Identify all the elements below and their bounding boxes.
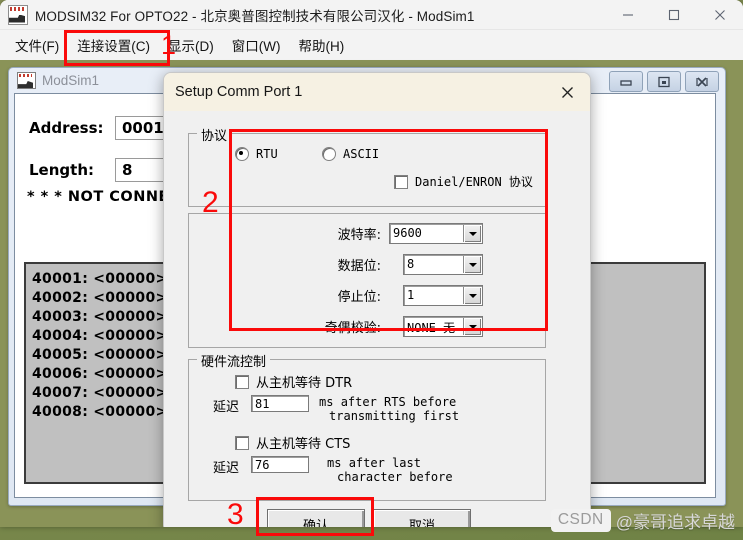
- menu-item-window[interactable]: 窗口(W): [223, 32, 290, 58]
- dialog-title-bar: Setup Comm Port 1: [164, 73, 590, 111]
- dtr-delay-row: 延迟 81 ms after RTS before transmitting f…: [213, 395, 459, 423]
- data-bits-select[interactable]: 8: [403, 254, 483, 275]
- chevron-down-icon[interactable]: [463, 318, 481, 335]
- dialog-title: Setup Comm Port 1: [175, 84, 303, 100]
- cts-delay-suffix-line2: character before: [337, 470, 453, 484]
- data-bits-row: 数据位: 8: [303, 254, 483, 275]
- stop-bits-value: 1: [407, 288, 415, 302]
- csdn-watermark: CSDN @豪哥追求卓越: [550, 508, 735, 533]
- hardware-flow-control-group: 硬件流控制 从主机等待 DTR 延迟 81 ms after RTS befor…: [188, 351, 546, 501]
- protocol-group-title: 协议: [197, 125, 232, 144]
- close-icon[interactable]: [697, 0, 743, 29]
- stop-bits-label: 停止位:: [337, 290, 381, 305]
- modsim-document-icon: [17, 72, 36, 89]
- parity-label: 奇偶校验:: [324, 321, 381, 336]
- modsim-app-icon: [8, 4, 28, 25]
- baud-rate-value: 9600: [393, 226, 422, 240]
- data-bits-label: 数据位:: [337, 259, 381, 274]
- rtu-radio-row[interactable]: RTU: [235, 147, 278, 161]
- data-bits-value: 8: [407, 257, 415, 271]
- parity-row: 奇偶校验: NONE 无: [289, 316, 483, 337]
- dtr-delay-input[interactable]: 81: [251, 395, 310, 412]
- baud-rate-row: 波特率: 9600: [303, 223, 483, 244]
- ok-button[interactable]: 确认: [267, 509, 365, 527]
- rtu-label: RTU: [256, 147, 278, 161]
- baud-rate-select[interactable]: 9600: [389, 223, 483, 244]
- cts-delay-row: 延迟 76 ms after last character before: [213, 456, 453, 484]
- dialog-body: 协议 RTU ASCII Daniel/ENRON 协议 波特率: 9600 数…: [164, 111, 590, 527]
- setup-comm-port-dialog: Setup Comm Port 1 协议 RTU ASCII Daniel/EN…: [163, 72, 591, 527]
- main-window: MODSIM32 For OPTO22 - 北京奥普图控制技术有限公司汉化 - …: [0, 0, 743, 527]
- dtr-delay-label: 延迟: [213, 400, 240, 415]
- wait-cts-checkbox-icon[interactable]: [235, 435, 249, 450]
- address-label: Address:: [29, 119, 104, 137]
- cts-delay-suffix: ms after last character before: [327, 456, 453, 484]
- menu-item-file[interactable]: 文件(F): [6, 32, 68, 58]
- minimize-icon[interactable]: [605, 0, 651, 29]
- maximize-icon[interactable]: [651, 0, 697, 29]
- wait-dtr-checkbox-icon[interactable]: [235, 374, 249, 389]
- wait-dtr-label: 从主机等待 DTR: [256, 376, 353, 391]
- mdi-restore-icon[interactable]: [647, 71, 681, 92]
- menu-item-connection-settings[interactable]: 连接设置(C): [68, 32, 159, 58]
- cts-delay-label: 延迟: [213, 461, 240, 476]
- ascii-label: ASCII: [343, 147, 380, 161]
- parity-value: NONE 无: [407, 321, 456, 335]
- dtr-delay-suffix-line2: transmitting first: [329, 409, 460, 423]
- flow-control-group-title: 硬件流控制: [197, 351, 271, 370]
- annotation-number-1: 1: [161, 30, 177, 60]
- protocol-group: 协议 RTU ASCII Daniel/ENRON 协议: [188, 125, 546, 207]
- wait-cts-label: 从主机等待 CTS: [256, 437, 351, 452]
- mdi-minimize-icon[interactable]: [609, 71, 643, 92]
- annotation-number-3: 3: [227, 498, 244, 531]
- window-controls: [605, 0, 743, 29]
- chevron-down-icon[interactable]: [463, 287, 481, 304]
- menu-item-help[interactable]: 帮助(H): [289, 32, 353, 58]
- wait-cts-checkbox-row[interactable]: 从主机等待 CTS: [235, 433, 350, 452]
- parity-select[interactable]: NONE 无: [403, 316, 483, 337]
- length-label: Length:: [29, 161, 94, 179]
- annotation-number-2: 2: [202, 186, 219, 219]
- window-title: MODSIM32 For OPTO22 - 北京奥普图控制技术有限公司汉化 - …: [35, 8, 475, 24]
- watermark-author: @豪哥追求卓越: [615, 513, 735, 532]
- chevron-down-icon[interactable]: [463, 256, 481, 273]
- daniel-enron-label: Daniel/ENRON 协议: [415, 175, 533, 189]
- dtr-delay-suffix: ms after RTS before transmitting first: [319, 395, 459, 423]
- dtr-delay-suffix-line1: ms after RTS before: [319, 395, 457, 409]
- stop-bits-select[interactable]: 1: [403, 285, 483, 306]
- mdi-close-icon[interactable]: [685, 71, 719, 92]
- watermark-badge: CSDN: [550, 509, 611, 532]
- menu-bar: 文件(F) 连接设置(C) 显示(D) 窗口(W) 帮助(H): [0, 30, 743, 61]
- wait-dtr-checkbox-row[interactable]: 从主机等待 DTR: [235, 372, 352, 391]
- close-icon[interactable]: [544, 73, 590, 111]
- stop-bits-row: 停止位: 1: [303, 285, 483, 306]
- cancel-button[interactable]: 取消: [373, 509, 471, 527]
- cts-delay-suffix-line1: ms after last: [327, 456, 421, 470]
- ascii-radio-row[interactable]: ASCII: [322, 147, 379, 161]
- daniel-enron-checkbox-row[interactable]: Daniel/ENRON 协议: [394, 173, 533, 190]
- serial-settings-group: 波特率: 9600 数据位: 8 停止位: 1 奇偶校验: NONE 无: [188, 213, 546, 348]
- ascii-radio-icon[interactable]: [322, 147, 336, 161]
- cts-delay-input[interactable]: 76: [251, 456, 310, 473]
- mdi-child-title: ModSim1: [42, 73, 100, 88]
- baud-rate-label: 波特率:: [337, 228, 381, 243]
- title-bar: MODSIM32 For OPTO22 - 北京奥普图控制技术有限公司汉化 - …: [0, 0, 743, 30]
- daniel-enron-checkbox-icon[interactable]: [394, 174, 408, 189]
- chevron-down-icon[interactable]: [463, 225, 481, 242]
- mdi-child-buttons: [609, 71, 719, 92]
- rtu-radio-icon[interactable]: [235, 147, 249, 161]
